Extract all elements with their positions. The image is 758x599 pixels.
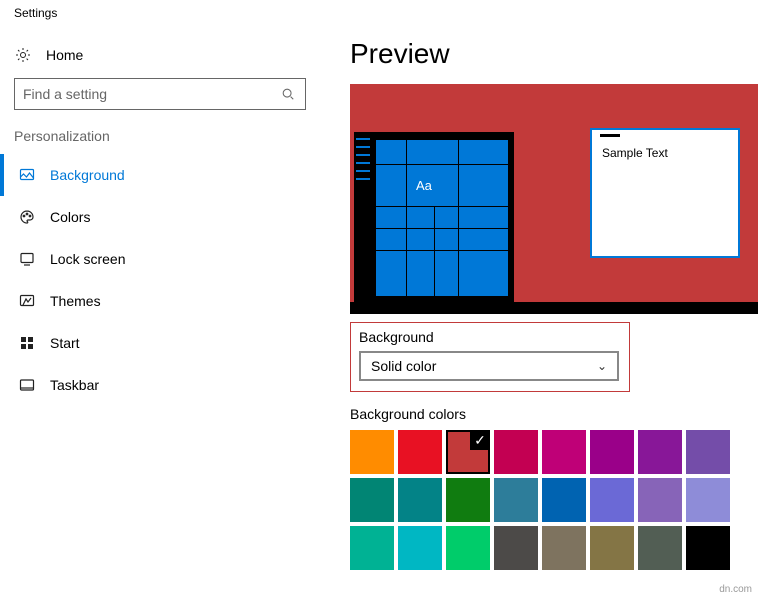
color-swatch[interactable]	[638, 430, 682, 474]
start-left-column	[354, 132, 374, 302]
sidebar-item-label: Background	[50, 167, 125, 183]
background-icon	[18, 166, 36, 184]
dropdown-value: Solid color	[371, 358, 436, 374]
start-line	[356, 138, 370, 140]
color-swatch[interactable]	[686, 526, 730, 570]
preview-start-menu: Aa	[354, 132, 514, 302]
background-dropdown-section: Background Solid color ⌄	[350, 322, 630, 392]
start-line	[356, 170, 370, 172]
color-swatch[interactable]	[638, 526, 682, 570]
swatch-heading: Background colors	[350, 406, 758, 422]
color-swatch[interactable]	[494, 478, 538, 522]
page-heading: Preview	[350, 26, 758, 84]
color-swatch[interactable]	[590, 430, 634, 474]
color-swatch[interactable]	[350, 478, 394, 522]
window-title: Settings	[0, 0, 758, 26]
sidebar-item-colors[interactable]: Colors	[0, 196, 320, 238]
home-label: Home	[46, 47, 83, 63]
color-swatch[interactable]	[590, 478, 634, 522]
sidebar: Home Find a setting Personalization Back…	[0, 26, 320, 570]
tile-grid-line	[458, 140, 459, 296]
watermark: dn.com	[719, 584, 752, 595]
color-swatch[interactable]	[398, 526, 442, 570]
color-swatch[interactable]	[398, 478, 442, 522]
preview-tiles: Aa	[376, 140, 508, 296]
start-line	[356, 146, 370, 148]
search-icon	[279, 85, 297, 103]
color-swatch[interactable]	[494, 526, 538, 570]
start-icon	[18, 334, 36, 352]
sidebar-item-label: Colors	[50, 209, 90, 225]
color-swatch[interactable]	[590, 526, 634, 570]
check-icon: ✓	[470, 430, 490, 450]
start-line	[356, 178, 370, 180]
chevron-down-icon: ⌄	[597, 359, 607, 373]
tile-grid-line	[376, 206, 508, 207]
taskbar-icon	[18, 376, 36, 394]
main-panel: Preview Aa	[320, 26, 758, 570]
sidebar-item-label: Lock screen	[50, 251, 125, 267]
tile-grid-line	[434, 206, 435, 296]
sidebar-item-label: Taskbar	[50, 377, 99, 393]
sidebar-item-themes[interactable]: Themes	[0, 280, 320, 322]
desktop-preview: Aa Sample Text	[350, 84, 758, 314]
sidebar-item-label: Start	[50, 335, 80, 351]
color-swatch[interactable]	[350, 430, 394, 474]
color-swatch[interactable]	[446, 478, 490, 522]
preview-sample-text: Sample Text	[602, 146, 668, 160]
colors-icon	[18, 208, 36, 226]
preview-window: Sample Text	[590, 128, 740, 258]
preview-tile-aa: Aa	[410, 168, 454, 202]
tile-grid-line	[406, 140, 407, 296]
window-caption-bar	[600, 134, 620, 137]
color-swatch[interactable]	[494, 430, 538, 474]
start-line	[356, 162, 370, 164]
section-header: Personalization	[0, 122, 320, 154]
sidebar-item-start[interactable]: Start	[0, 322, 320, 364]
background-dropdown-label: Background	[359, 329, 621, 345]
preview-taskbar	[350, 302, 758, 314]
color-swatch[interactable]: ✓	[446, 430, 490, 474]
home-nav[interactable]: Home	[0, 36, 320, 78]
gear-icon	[14, 46, 32, 64]
color-swatch[interactable]	[638, 478, 682, 522]
sidebar-item-label: Themes	[50, 293, 101, 309]
tile-grid-line	[376, 250, 508, 251]
tile-grid-line	[376, 164, 508, 165]
background-dropdown[interactable]: Solid color ⌄	[359, 351, 619, 381]
sidebar-item-background[interactable]: Background	[0, 154, 320, 196]
color-swatch[interactable]	[542, 430, 586, 474]
color-swatch-grid: ✓	[350, 430, 730, 570]
sidebar-item-lock-screen[interactable]: Lock screen	[0, 238, 320, 280]
color-swatch[interactable]	[446, 526, 490, 570]
color-swatch[interactable]	[542, 526, 586, 570]
color-swatch[interactable]	[398, 430, 442, 474]
color-swatch[interactable]	[542, 478, 586, 522]
color-swatch[interactable]	[350, 526, 394, 570]
start-line	[356, 154, 370, 156]
lock-screen-icon	[18, 250, 36, 268]
sidebar-item-taskbar[interactable]: Taskbar	[0, 364, 320, 406]
search-placeholder: Find a setting	[23, 86, 107, 102]
color-swatch[interactable]	[686, 430, 730, 474]
nav-list: Background Colors Lock screen Themes Start Ta…	[0, 154, 320, 406]
themes-icon	[18, 292, 36, 310]
main-layout: Home Find a setting Personalization Back…	[0, 26, 758, 570]
search-container: Find a setting	[0, 78, 320, 122]
color-swatch[interactable]	[686, 478, 730, 522]
search-input[interactable]: Find a setting	[14, 78, 306, 110]
tile-grid-line	[376, 228, 508, 229]
